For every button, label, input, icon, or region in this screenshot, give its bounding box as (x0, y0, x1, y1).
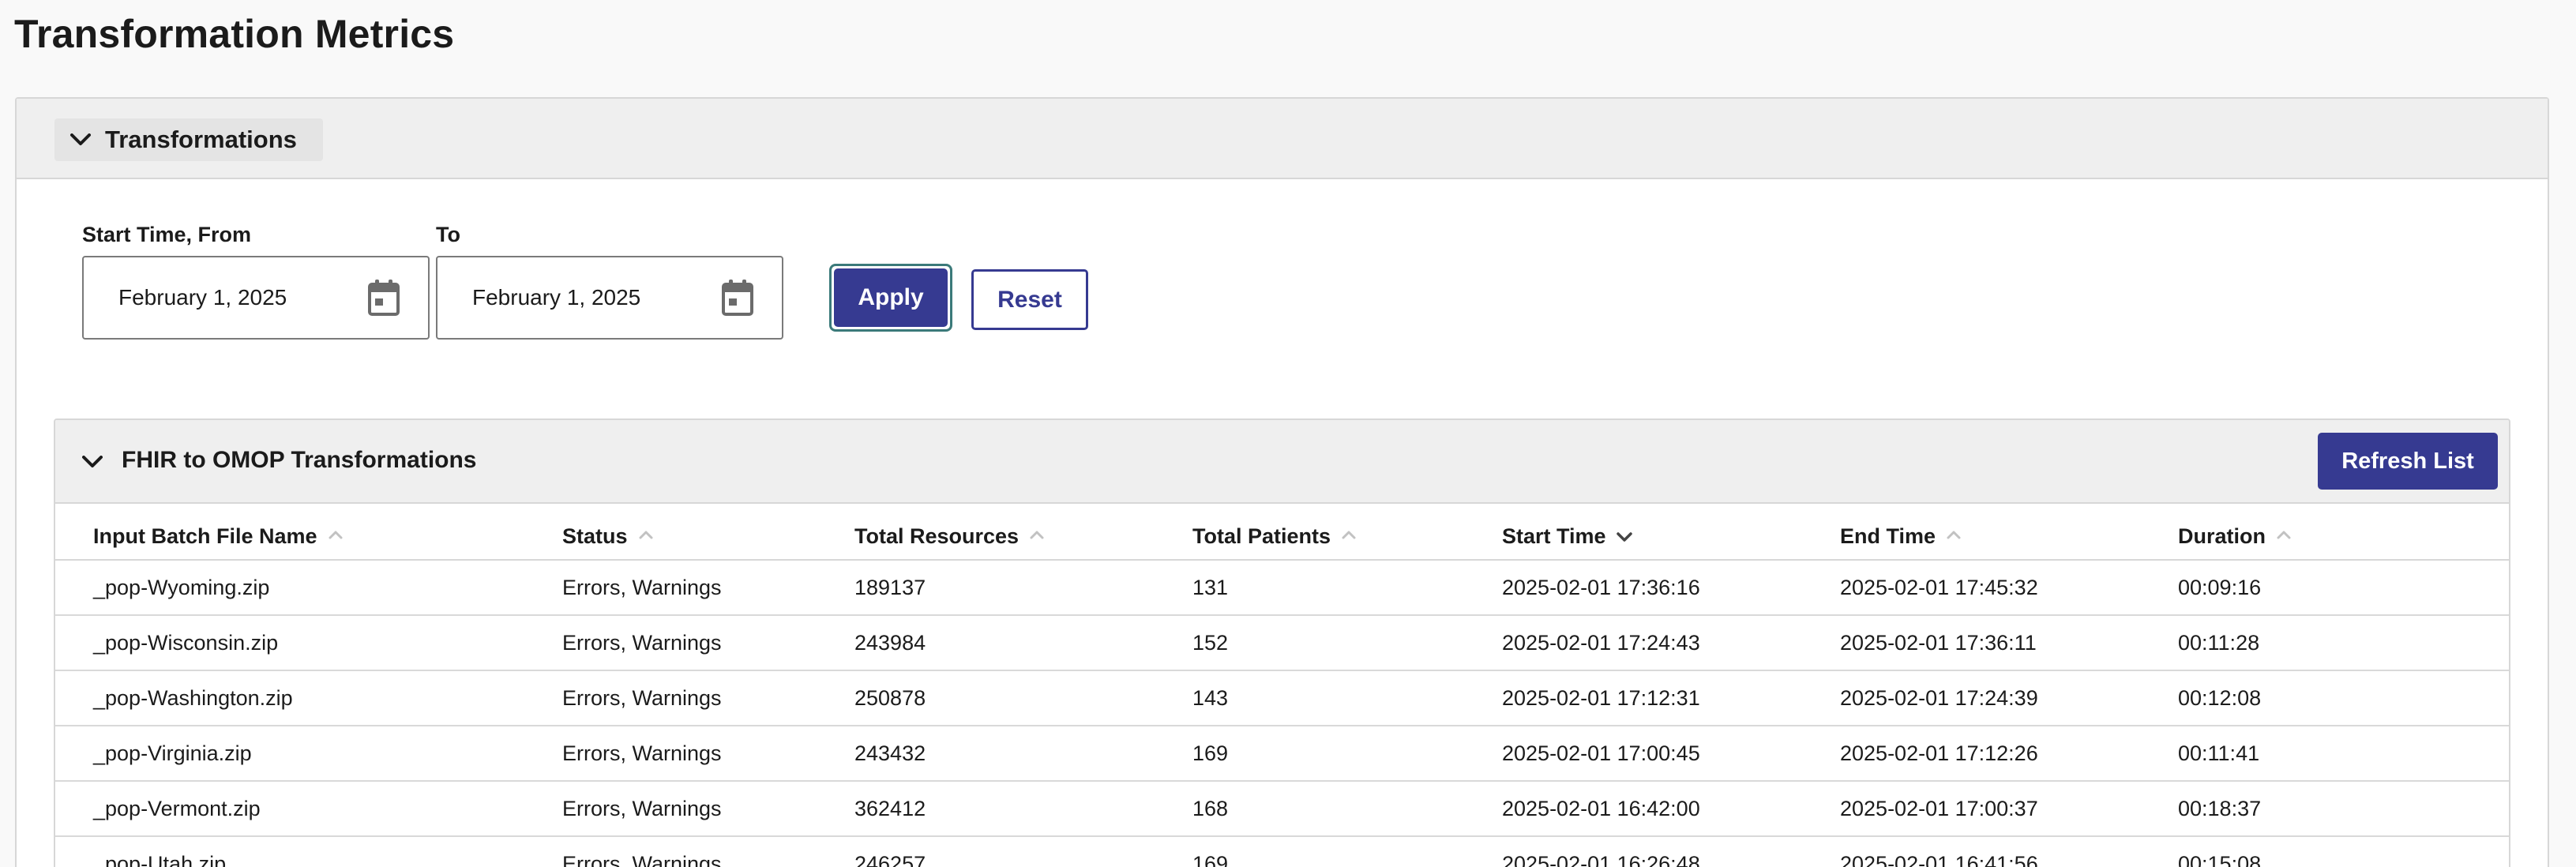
sort-up-icon (2275, 527, 2292, 545)
transformations-panel-header: Transformations (17, 99, 2548, 179)
table-cell: 2025-02-01 17:36:16 (1502, 575, 1700, 599)
table-cell: 169 (1192, 851, 1229, 867)
table-cell: 2025-02-01 17:24:39 (1840, 685, 2038, 710)
table-cell: 243984 (854, 630, 926, 655)
table-cell: 143 (1192, 685, 1229, 710)
table-cell: Errors, Warnings (562, 796, 722, 820)
column-header-label: Status (562, 524, 628, 548)
table-cell: 152 (1192, 630, 1229, 655)
table-cell: 00:11:28 (2178, 630, 2260, 655)
table-cell: 2025-02-01 17:12:31 (1502, 685, 1700, 710)
table-row[interactable]: _pop-Wisconsin.zip Errors, Warnings 243984… (55, 616, 2509, 671)
column-header[interactable]: Start Time (1502, 516, 1633, 556)
table-cell: Errors, Warnings (562, 630, 722, 655)
start-time-to-value: February 1, 2025 (472, 285, 641, 310)
table-cell: _pop-Wisconsin.zip (93, 630, 279, 655)
table-cell: _pop-Utah.zip (93, 851, 227, 867)
start-time-from-label: Start Time, From (82, 223, 252, 246)
table-row[interactable]: _pop-Utah.zip Errors, Warnings 246257 169 20… (55, 837, 2509, 867)
column-header[interactable]: Input Batch File Name (93, 516, 344, 556)
table-cell: 00:18:37 (2178, 796, 2262, 820)
table-cell: 2025-02-01 17:36:11 (1840, 630, 2037, 655)
table-cell: _pop-Virginia.zip (93, 741, 252, 765)
calendar-icon[interactable] (366, 278, 401, 317)
table-cell: Errors, Warnings (562, 575, 722, 599)
column-header-label: End Time (1840, 524, 1936, 548)
reset-button[interactable]: Reset (971, 269, 1088, 330)
table-cell: 131 (1192, 575, 1229, 599)
transformations-label: Transformations (105, 126, 297, 153)
table-cell: _pop-Washington.zip (93, 685, 293, 710)
table-cell: 2025-02-01 16:42:00 (1502, 796, 1700, 820)
table-cell: 2025-02-01 17:00:37 (1840, 796, 2038, 820)
column-header[interactable]: Duration (2178, 516, 2292, 556)
table-cell: Errors, Warnings (562, 851, 722, 867)
table-row[interactable]: _pop-Wyoming.zip Errors, Warnings 189137 13… (55, 561, 2509, 616)
calendar-icon[interactable] (720, 278, 755, 317)
table-cell: 168 (1192, 796, 1229, 820)
table-cell: 2025-02-01 17:12:26 (1840, 741, 2038, 765)
refresh-list-button[interactable]: Refresh List (2318, 433, 2498, 490)
table-cell: _pop-Vermont.zip (93, 796, 261, 820)
table-cell: 2025-02-01 17:45:32 (1840, 575, 2038, 599)
table-cell: 00:15:08 (2178, 851, 2262, 867)
column-header[interactable]: Total Resources (854, 516, 1046, 556)
table-row[interactable]: _pop-Virginia.zip Errors, Warnings 243432 1… (55, 726, 2509, 782)
column-header-label: Duration (2178, 524, 2266, 548)
table-cell: 169 (1192, 741, 1229, 765)
column-header[interactable]: Status (562, 516, 655, 556)
column-header-label: Total Resources (854, 524, 1020, 548)
table-cell: 2025-02-01 17:24:43 (1502, 630, 1700, 655)
chevron-down-icon[interactable] (79, 449, 106, 475)
table-row[interactable]: _pop-Washington.zip Errors, Warnings 25087… (55, 671, 2509, 726)
apply-button[interactable]: Apply (829, 264, 952, 332)
table-cell: 2025-02-01 17:00:45 (1502, 741, 1700, 765)
table-cell: 2025-02-01 16:41:56 (1840, 851, 2038, 867)
table-row[interactable]: _pop-Vermont.zip Errors, Warnings 362412 16… (55, 782, 2509, 837)
start-time-from-value: February 1, 2025 (118, 285, 287, 310)
table-cell: 00:09:16 (2178, 575, 2262, 599)
column-header-label: Input Batch File Name (93, 524, 317, 548)
start-time-to-input[interactable]: February 1, 2025 (436, 256, 783, 340)
fhir-omop-panel-header: FHIR to OMOP Transformations Refresh Lis… (55, 420, 2509, 504)
sort-up-icon (1340, 527, 1357, 545)
table-cell: 189137 (854, 575, 926, 599)
column-header[interactable]: Total Patients (1192, 516, 1357, 556)
sort-up-icon (1945, 527, 1962, 545)
chevron-down-icon (67, 126, 94, 153)
table-cell: 362412 (854, 796, 926, 820)
page-title: Transformation Metrics (14, 12, 455, 56)
table-cell: Errors, Warnings (562, 741, 722, 765)
table-cell: 243432 (854, 741, 926, 765)
table-cell: 250878 (854, 685, 926, 710)
column-header[interactable]: End Time (1840, 516, 1962, 556)
start-time-to-label: To (436, 223, 460, 246)
transformations-toggle[interactable]: Transformations (54, 118, 323, 161)
sort-up-icon (637, 527, 655, 545)
table-cell: _pop-Wyoming.zip (93, 575, 270, 599)
start-time-from-input[interactable]: February 1, 2025 (82, 256, 430, 340)
table-cell: 246257 (854, 851, 926, 867)
table-cell: 00:11:41 (2178, 741, 2260, 765)
fhir-omop-panel-title: FHIR to OMOP Transformations (122, 447, 477, 473)
fhir-omop-panel: FHIR to OMOP Transformations Refresh Lis… (54, 418, 2510, 867)
column-header-label: Total Patients (1192, 524, 1331, 548)
table-cell: 2025-02-01 16:26:48 (1502, 851, 1700, 867)
sort-up-icon (327, 527, 344, 545)
column-header-label: Start Time (1502, 524, 1606, 548)
sort-up-icon (1028, 527, 1046, 545)
apply-button-label: Apply (834, 268, 948, 327)
table-cell: Errors, Warnings (562, 685, 722, 710)
table-cell: 00:12:08 (2178, 685, 2262, 710)
sort-down-icon (1616, 527, 1633, 545)
